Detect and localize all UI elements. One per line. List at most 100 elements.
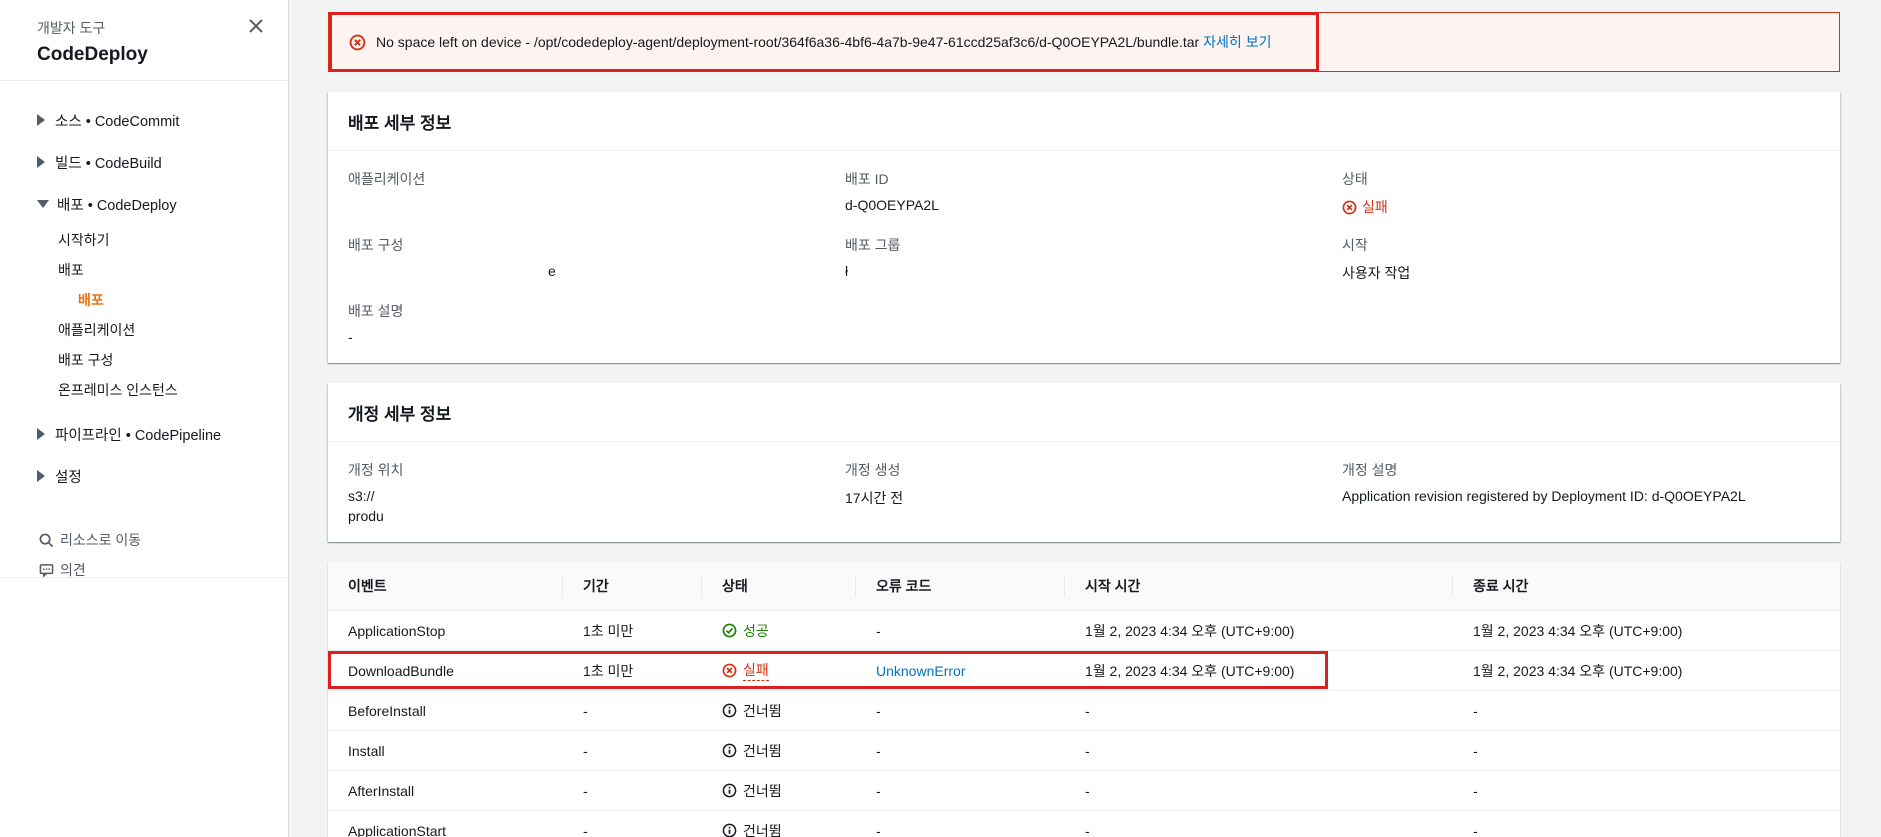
event-duration: - — [583, 822, 588, 837]
sidebar-group-label: 파이프라인 • CodePipeline — [55, 427, 222, 444]
sidebar-header: 개발자 도구 CodeDeploy — [0, 0, 288, 81]
status-text: 실패 — [1362, 199, 1388, 215]
status-text: 성공 — [743, 622, 769, 639]
event-duration: 1초 미만 — [583, 662, 634, 679]
application-field: 애플리케이션 — [348, 169, 845, 217]
sidebar-item-deploy-configs[interactable]: 배포 구성 — [0, 345, 288, 375]
status-text: 건너뜀 — [743, 782, 782, 799]
sidebar-group-label: 소스 • CodeCommit — [55, 113, 180, 130]
field-label: 상태 — [1342, 171, 1368, 187]
sidebar-group-settings[interactable]: 설정 — [0, 455, 288, 497]
event-name: BeforeInstall — [348, 702, 426, 719]
status-field: 상태 실패 — [1342, 169, 1820, 217]
deploy-group-link[interactable]: ł — [845, 263, 1342, 279]
event-start-time: - — [1085, 822, 1090, 837]
column-header[interactable]: 종료 시간 — [1453, 575, 1840, 597]
sidebar-item-getting-started[interactable]: 시작하기 — [0, 225, 288, 255]
sidebar-item-deployments[interactable]: 배포 — [0, 255, 288, 285]
go-to-resource-link[interactable]: 리소스로 이동 — [0, 525, 288, 555]
event-start-time: - — [1085, 782, 1090, 799]
error-circle-icon — [722, 663, 737, 678]
main-content: No space left on device - /opt/codedeplo… — [328, 12, 1840, 837]
revision-location-link[interactable]: s3:// — [348, 488, 845, 504]
error-details-link[interactable]: 자세히 보기 — [1203, 32, 1271, 52]
revision-location-field: 개정 위치 s3:// produ — [348, 460, 845, 524]
sidebar-group-deploy[interactable]: 배포 • CodeDeploy — [0, 183, 288, 225]
deployment-details-panel: 배포 세부 정보 애플리케이션 배포 ID d-Q0OEYPA2L 상태 실패 … — [328, 92, 1840, 363]
start-field: 시작 사용자 작업 — [1342, 235, 1820, 283]
event-start-time: - — [1085, 742, 1090, 759]
revision-details-panel: 개정 세부 정보 개정 위치 s3:// produ 개정 생성 17시간 전 … — [328, 383, 1840, 542]
event-start-time: 1월 2, 2023 4:34 오후 (UTC+9:00) — [1085, 662, 1295, 679]
sidebar-item-applications[interactable]: 애플리케이션 — [0, 315, 288, 345]
info-circle-icon — [722, 783, 737, 798]
error-circle-icon — [1342, 200, 1357, 214]
table-row: Install - 건너뜀 - - - — [328, 731, 1840, 771]
event-status: 건너뜀 — [702, 821, 856, 837]
status-text: 건너뜀 — [743, 822, 782, 837]
event-error-code: - — [876, 702, 881, 719]
field-label: 배포 그룹 — [845, 237, 901, 253]
sidebar-title: CodeDeploy — [37, 44, 148, 65]
table-row: AfterInstall - 건너뜀 - - - — [328, 771, 1840, 811]
event-status: 건너뜀 — [702, 741, 856, 761]
sidebar-group-label: 설정 — [55, 469, 82, 486]
revision-location-link-line2[interactable]: produ — [348, 508, 845, 524]
status-text: 건너뜀 — [743, 702, 782, 719]
sidebar-item-deployment-active[interactable]: 배포 — [0, 285, 288, 315]
info-circle-icon — [722, 823, 737, 837]
deployment-id-field: 배포 ID d-Q0OEYPA2L — [845, 169, 1342, 217]
sidebar-group-label: 배포 • CodeDeploy — [57, 197, 177, 214]
panel-title: 개정 세부 정보 — [328, 383, 1840, 442]
event-status: 성공 — [702, 621, 856, 641]
revision-created-field: 개정 생성 17시간 전 — [845, 460, 1342, 524]
field-label: 배포 구성 — [348, 237, 404, 253]
start-value: 사용자 작업 — [1342, 265, 1411, 281]
feedback-icon — [39, 563, 54, 578]
info-circle-icon — [722, 743, 737, 758]
column-header[interactable]: 오류 코드 — [856, 575, 1065, 597]
sidebar-group-source[interactable]: 소스 • CodeCommit — [0, 99, 288, 141]
sidebar-nav: 소스 • CodeCommit 빌드 • CodeBuild 배포 • Code… — [0, 81, 288, 585]
caret-right-icon — [37, 428, 45, 440]
status-text: 건너뜀 — [743, 742, 782, 759]
event-name: Install — [348, 742, 385, 759]
table-header: 이벤트 기간 상태 오류 코드 시작 시간 종료 시간 — [328, 562, 1840, 611]
field-label: 시작 — [1342, 237, 1368, 253]
column-header[interactable]: 시작 시간 — [1065, 575, 1453, 597]
search-icon — [39, 533, 54, 547]
column-header[interactable]: 기간 — [563, 575, 702, 597]
deploy-config-link[interactable]: e — [348, 263, 845, 279]
event-end-time: - — [1473, 702, 1478, 719]
caret-right-icon — [37, 156, 45, 168]
sidebar-divider — [0, 577, 289, 578]
event-end-time: - — [1473, 822, 1478, 837]
feedback-link[interactable]: 의견 — [0, 555, 288, 585]
event-name: ApplicationStart — [348, 822, 447, 837]
sidebar-group-label: 빌드 • CodeBuild — [55, 155, 162, 172]
error-code-link[interactable]: UnknownError — [856, 663, 1065, 679]
status-text[interactable]: 실패 — [743, 660, 769, 681]
event-status: 건너뜀 — [702, 701, 856, 721]
sidebar-group-pipeline[interactable]: 파이프라인 • CodePipeline — [0, 413, 288, 455]
status-value: 실패 — [1342, 197, 1820, 217]
close-icon[interactable] — [246, 16, 266, 36]
deploy-description-field: 배포 설명 - — [348, 301, 845, 345]
event-status[interactable]: 실패 — [702, 660, 856, 681]
table-row: DownloadBundle 1초 미만 실패 UnknownError 1월 … — [328, 651, 1840, 691]
error-circle-icon — [349, 34, 366, 50]
event-end-time: - — [1473, 782, 1478, 799]
column-header[interactable]: 상태 — [702, 575, 856, 597]
revision-created-value: 17시간 전 — [845, 490, 904, 506]
table-row: ApplicationStop 1초 미만 성공 - 1월 2, 2023 4:… — [328, 611, 1840, 651]
event-error-code: - — [876, 822, 881, 837]
sidebar-group-build[interactable]: 빌드 • CodeBuild — [0, 141, 288, 183]
panel-title: 배포 세부 정보 — [328, 92, 1840, 151]
deploy-group-field: 배포 그룹 ł — [845, 235, 1342, 283]
column-header[interactable]: 이벤트 — [328, 575, 563, 597]
event-error-code: - — [876, 742, 881, 759]
sidebar-item-onprem-instances[interactable]: 온프레미스 인스턴스 — [0, 375, 288, 405]
event-duration: - — [583, 702, 588, 719]
go-to-resource-label: 리소스로 이동 — [60, 532, 142, 548]
event-start-time: - — [1085, 702, 1090, 719]
